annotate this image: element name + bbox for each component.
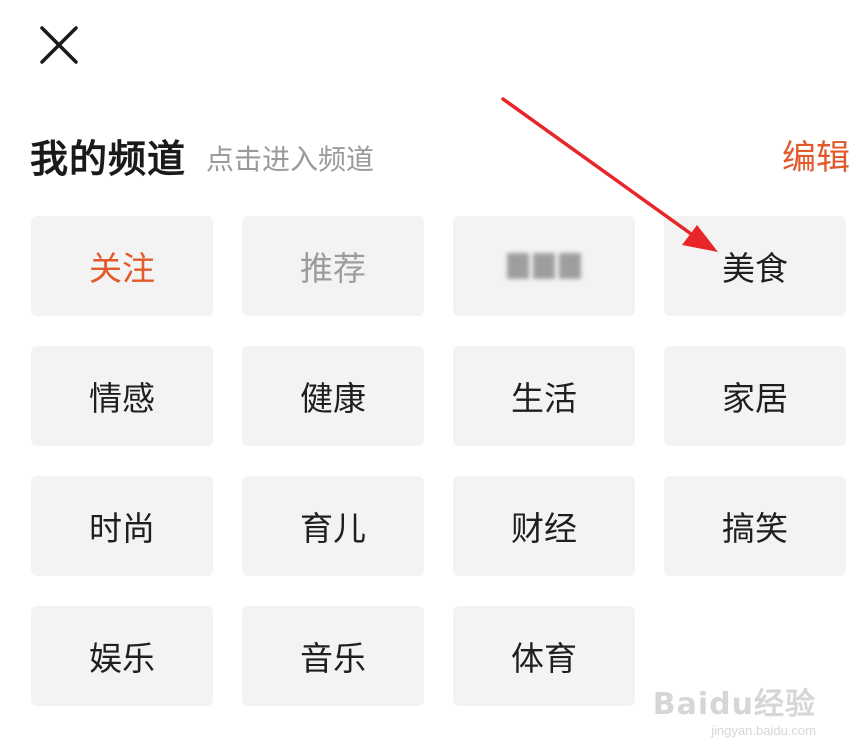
channel-tile-recommend[interactable]: 推荐 bbox=[242, 216, 424, 316]
channel-tile-food[interactable]: 美食 bbox=[664, 216, 846, 316]
close-button[interactable] bbox=[36, 22, 82, 68]
channel-tile-home[interactable]: 家居 bbox=[664, 346, 846, 446]
channel-label: 娱乐 bbox=[89, 639, 155, 678]
channel-grid: 关注 推荐 美食 情感 健康 生活 家居 时尚 育儿 财经 搞笑 娱乐 音乐 体… bbox=[31, 216, 847, 706]
channel-tile-funny[interactable]: 搞笑 bbox=[664, 476, 846, 576]
page-title: 我的频道 bbox=[30, 137, 187, 181]
channel-label: 体育 bbox=[511, 639, 577, 678]
baidu-watermark: Baidu经验 jingyan.baidu.com bbox=[653, 679, 816, 738]
channel-tile-health[interactable]: 健康 bbox=[242, 346, 424, 446]
redacted-label bbox=[507, 253, 581, 279]
channel-label: 健康 bbox=[300, 379, 366, 418]
channel-tile-life[interactable]: 生活 bbox=[453, 346, 635, 446]
channel-tile-finance[interactable]: 财经 bbox=[453, 476, 635, 576]
channel-label: 情感 bbox=[89, 379, 155, 418]
my-channels-header: 我的频道 点击进入频道 编辑 bbox=[30, 124, 850, 181]
channel-tile-follow[interactable]: 关注 bbox=[31, 216, 213, 316]
channel-tile-sports[interactable]: 体育 bbox=[453, 606, 635, 706]
channel-label: 财经 bbox=[511, 509, 577, 548]
channel-label: 生活 bbox=[511, 379, 577, 418]
channel-tile-fashion[interactable]: 时尚 bbox=[31, 476, 213, 576]
watermark-logo: Baidu经验 bbox=[652, 687, 816, 722]
close-icon bbox=[40, 26, 78, 64]
channel-tile-parenting[interactable]: 育儿 bbox=[242, 476, 424, 576]
channel-label: 美食 bbox=[722, 249, 788, 288]
watermark-url: jingyan.baidu.com bbox=[711, 723, 816, 738]
channel-tile-music[interactable]: 音乐 bbox=[242, 606, 424, 706]
channel-tile-entertainment[interactable]: 娱乐 bbox=[31, 606, 213, 706]
edit-button[interactable]: 编辑 bbox=[782, 130, 850, 179]
channel-label: 搞笑 bbox=[722, 509, 788, 548]
page-subtitle: 点击进入频道 bbox=[206, 143, 375, 176]
channel-label: 时尚 bbox=[89, 509, 155, 548]
channel-label: 育儿 bbox=[300, 509, 366, 548]
channel-label: 家居 bbox=[722, 379, 788, 418]
channel-label: 关注 bbox=[89, 249, 155, 288]
channel-label: 音乐 bbox=[300, 639, 366, 678]
channel-tile-emotion[interactable]: 情感 bbox=[31, 346, 213, 446]
channel-label: 推荐 bbox=[300, 249, 366, 288]
channel-tile-redacted[interactable] bbox=[453, 216, 635, 316]
